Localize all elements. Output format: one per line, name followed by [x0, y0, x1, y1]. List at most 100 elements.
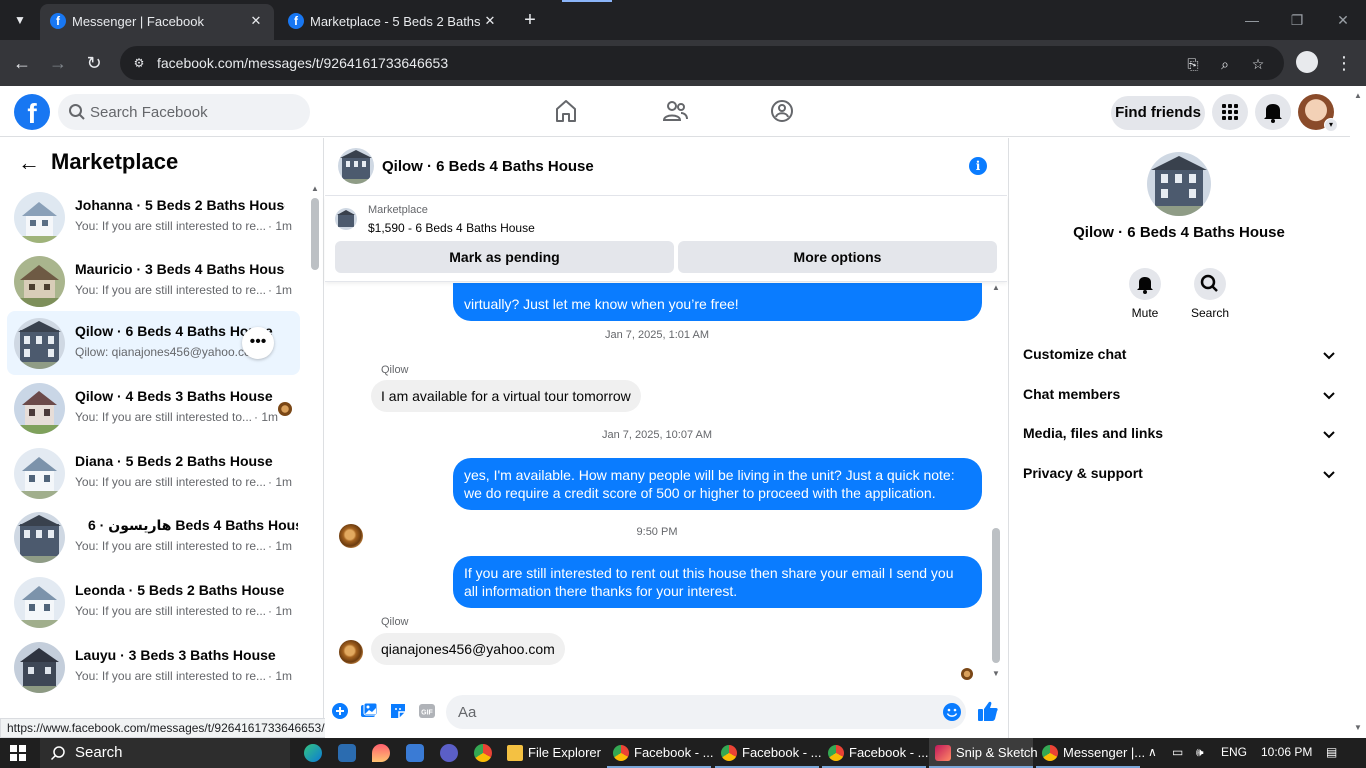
- back-arrow-icon[interactable]: ←: [10, 51, 34, 75]
- tray-chevron-up-icon[interactable]: ∧: [1148, 745, 1157, 759]
- minimize-icon[interactable]: —: [1240, 8, 1264, 32]
- zoom-icon[interactable]: ⌕: [1215, 54, 1235, 74]
- install-app-icon[interactable]: ⎘: [1183, 54, 1203, 74]
- conversation-item[interactable]: Johanna · 5 Beds 2 Baths House You: If y…: [7, 185, 300, 249]
- language-indicator[interactable]: ENG: [1221, 745, 1247, 759]
- conversation-item[interactable]: Mauricio · 3 Beds 4 Baths House You: If …: [7, 249, 300, 313]
- volume-icon[interactable]: 🕪: [1196, 745, 1204, 760]
- incoming-message[interactable]: qianajones456@yahoo.com: [371, 633, 565, 665]
- listing-price[interactable]: $1,590 - 6 Beds 4 Baths House: [368, 221, 535, 235]
- sender-avatar[interactable]: [339, 640, 363, 664]
- more-options-button[interactable]: More options: [678, 241, 997, 273]
- search-in-conversation-button[interactable]: Search: [1180, 268, 1240, 320]
- conversation-item-active[interactable]: Qilow · 6 Beds 4 Baths House Qilow: qian…: [7, 311, 300, 375]
- window-close-icon[interactable]: ✕: [1331, 8, 1355, 32]
- taskbar-app-facebook[interactable]: Facebook - ...: [822, 738, 928, 768]
- conversation-item[interactable]: Lauyu · 3 Beds 3 Baths House You: If you…: [7, 635, 300, 699]
- profile-avatar[interactable]: ▾: [1298, 94, 1338, 132]
- tab-close-icon[interactable]: ✕: [248, 13, 264, 29]
- outgoing-message[interactable]: yes, I'm available. How many people will…: [453, 458, 982, 510]
- back-arrow-icon[interactable]: ←: [16, 150, 42, 176]
- paint-drop-icon[interactable]: [372, 744, 390, 762]
- chat-members-section[interactable]: Chat members: [1009, 377, 1349, 413]
- more-options-icon[interactable]: •••: [242, 327, 274, 359]
- taskbar-app-messenger[interactable]: Messenger |...: [1036, 738, 1145, 768]
- url-text[interactable]: facebook.com/messages/t/9264161733646653: [157, 55, 448, 71]
- site-info-icon[interactable]: ⚙: [130, 54, 148, 72]
- edge-icon[interactable]: [304, 744, 322, 762]
- scroll-down-arrow-icon[interactable]: ▼: [1350, 723, 1366, 732]
- notifications-bell-icon[interactable]: [1255, 94, 1291, 130]
- scroll-up-arrow-icon[interactable]: ▲: [1350, 91, 1366, 100]
- windows-start-icon[interactable]: [10, 745, 26, 761]
- tab-close-icon[interactable]: ✕: [482, 13, 498, 29]
- scrollbar-thumb[interactable]: [992, 528, 1000, 663]
- chat-title[interactable]: Qilow · 6 Beds 4 Baths House: [382, 158, 594, 175]
- tab-marketplace[interactable]: f Marketplace - 5 Beds 2 Baths House ✕: [278, 4, 508, 40]
- page-scrollbar[interactable]: ▲ ▼: [1350, 87, 1366, 738]
- conversation-item[interactable]: هاريسون · 6 Beds 4 Baths House You: If y…: [7, 505, 300, 569]
- scrollbar-thumb[interactable]: [311, 198, 319, 270]
- chevron-down-icon: [1323, 471, 1335, 479]
- notification-center-icon[interactable]: ▤: [1326, 745, 1337, 759]
- taskbar-app-file-explorer[interactable]: File Explorer: [501, 738, 601, 768]
- taskbar-app-facebook[interactable]: Facebook - ...: [607, 738, 713, 768]
- facebook-search[interactable]: [58, 94, 310, 130]
- monitor-app-icon[interactable]: [406, 744, 424, 762]
- battery-icon[interactable]: ▭: [1172, 745, 1183, 759]
- conversation-item[interactable]: Qilow · 4 Beds 3 Baths House You: If you…: [7, 376, 300, 440]
- scroll-up-arrow-icon[interactable]: ▲: [309, 184, 321, 193]
- conversation-item[interactable]: Diana · 5 Beds 2 Baths House You: If you…: [7, 441, 300, 505]
- taskbar-app-snip-sketch[interactable]: Snip & Sketch: [929, 738, 1038, 768]
- outgoing-message[interactable]: virtually? Just let me know when you’re …: [453, 283, 982, 321]
- address-bar[interactable]: ⚙ facebook.com/messages/t/92641617336466…: [120, 46, 1284, 80]
- profile-icon[interactable]: [1296, 51, 1318, 73]
- info-icon[interactable]: i: [969, 157, 987, 175]
- facebook-favicon-icon: f: [50, 13, 66, 29]
- tab-messenger[interactable]: f Messenger | Facebook ✕: [40, 4, 274, 40]
- new-tab-plus-icon[interactable]: +: [518, 9, 542, 33]
- incoming-message[interactable]: I am available for a virtual tour tomorr…: [371, 380, 641, 412]
- conversation-item[interactable]: Leonda · 5 Beds 2 Baths House You: If yo…: [7, 570, 300, 634]
- details-avatar[interactable]: [1147, 152, 1211, 216]
- taskbar-search[interactable]: Search: [40, 738, 290, 768]
- sticker-icon[interactable]: [389, 702, 407, 720]
- taskbar-app-facebook[interactable]: Facebook - ...: [715, 738, 821, 768]
- forward-arrow-icon[interactable]: →: [46, 51, 70, 75]
- chrome-menu-icon[interactable]: ⋮: [1334, 51, 1354, 75]
- home-icon[interactable]: [552, 97, 580, 125]
- bookmark-star-icon[interactable]: ☆: [1248, 54, 1268, 74]
- add-circle-icon[interactable]: [331, 702, 349, 720]
- media-files-links-section[interactable]: Media, files and links: [1009, 416, 1349, 452]
- scroll-down-arrow-icon[interactable]: ▼: [989, 669, 1003, 678]
- sidebar-scrollbar[interactable]: ▲: [309, 184, 321, 720]
- search-input[interactable]: [90, 94, 300, 130]
- facebook-logo-icon[interactable]: f: [14, 94, 50, 130]
- customize-chat-section[interactable]: Customize chat: [1009, 337, 1349, 373]
- task-view-icon[interactable]: [338, 744, 356, 762]
- menu-grid-icon[interactable]: [1212, 94, 1248, 130]
- chrome-icon[interactable]: [474, 744, 492, 762]
- friends-icon[interactable]: [661, 97, 689, 125]
- photo-icon[interactable]: [360, 702, 378, 720]
- tab-search-chevron-icon[interactable]: ▼: [8, 8, 32, 32]
- chat-avatar[interactable]: [338, 148, 374, 184]
- chat-scrollbar[interactable]: ▲ ▼: [989, 283, 1003, 683]
- clock[interactable]: 10:06 PM: [1261, 745, 1312, 759]
- message-input[interactable]: [458, 695, 928, 729]
- media-app-icon[interactable]: [440, 744, 458, 762]
- thumbs-up-icon[interactable]: [977, 700, 999, 722]
- outgoing-message[interactable]: If you are still interested to rent out …: [453, 556, 982, 608]
- privacy-support-section[interactable]: Privacy & support: [1009, 456, 1349, 492]
- message-input-box[interactable]: [446, 695, 966, 729]
- reload-icon[interactable]: ↻: [82, 51, 106, 75]
- scroll-up-arrow-icon[interactable]: ▲: [989, 283, 1003, 292]
- mute-button[interactable]: Mute: [1115, 268, 1175, 320]
- listing-thumbnail[interactable]: [335, 208, 357, 230]
- find-friends-button[interactable]: Find friends: [1111, 96, 1205, 130]
- restore-icon[interactable]: ❐: [1285, 8, 1309, 32]
- gif-icon[interactable]: GIF: [418, 702, 436, 720]
- groups-icon[interactable]: [768, 97, 796, 125]
- emoji-icon[interactable]: [942, 702, 962, 722]
- mark-as-pending-button[interactable]: Mark as pending: [335, 241, 674, 273]
